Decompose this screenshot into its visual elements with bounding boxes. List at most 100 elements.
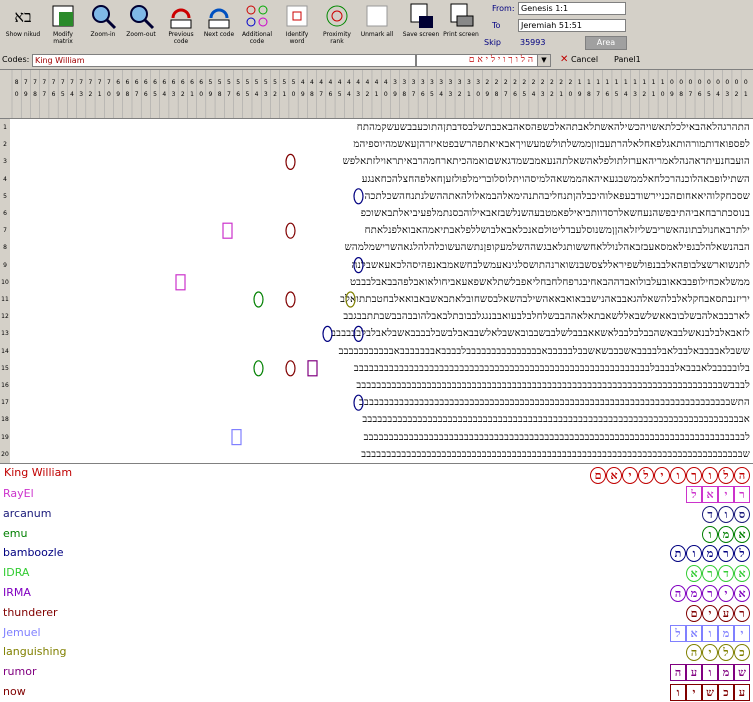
list-item[interactable]: thunderer ר ע י ם xyxy=(0,603,753,623)
list-item[interactable]: Jemuel י מ ו א ל xyxy=(0,623,753,643)
column-number: 1 xyxy=(661,79,665,86)
list-item[interactable]: IRMA א י ר מ ה xyxy=(0,583,753,603)
column-number: 7 xyxy=(70,79,74,86)
list-item-letters: ימואל xyxy=(650,624,750,642)
column-number: 5 xyxy=(522,91,526,98)
column-number: 0 xyxy=(569,91,573,98)
matrix-button[interactable]: Modify matrix xyxy=(44,2,82,50)
column-number: 4 xyxy=(329,79,333,86)
zoom-in-button[interactable]: Zoom-in xyxy=(84,2,122,50)
list-item[interactable]: arcanum ס ו ד xyxy=(0,504,753,524)
identify-button[interactable]: Identify word xyxy=(278,2,316,50)
matrix-mark xyxy=(253,291,264,308)
column-number: 3 xyxy=(541,91,545,98)
column-number: 6 xyxy=(190,79,194,86)
column-number: 4 xyxy=(716,91,720,98)
column-number: 8 xyxy=(15,79,19,86)
column-number: 7 xyxy=(504,91,508,98)
letter-tile: ל xyxy=(718,644,734,662)
print-button[interactable]: Print screen xyxy=(442,2,480,50)
list-item[interactable]: now ע כ ש י ו xyxy=(0,682,753,702)
matrix-mark xyxy=(231,429,242,446)
column-number: 4 xyxy=(338,79,342,86)
area-button[interactable]: Area xyxy=(585,36,627,50)
cancel-button[interactable]: ✕ Cancel xyxy=(560,54,610,66)
save-button[interactable]: Save screen xyxy=(402,2,440,50)
column-number: 3 xyxy=(393,79,397,86)
column-number: 6 xyxy=(513,91,517,98)
letter-tile: ם xyxy=(590,467,606,484)
next-icon xyxy=(208,8,230,29)
column-number: 1 xyxy=(587,79,591,86)
search-term-label: King William xyxy=(4,466,73,479)
toolbar-button-label: Save screen xyxy=(402,31,440,38)
column-number: 4 xyxy=(439,91,443,98)
list-item-letters: אירמה xyxy=(650,584,750,602)
previous-button[interactable]: Previous code xyxy=(162,2,200,50)
letter-matrix[interactable]: 1 התהרגהלאהבאילכלתאשויהכשילהאשתלאבתהאלכשפ… xyxy=(0,119,753,463)
column-number: 2 xyxy=(504,79,508,86)
column-number: 0 xyxy=(698,79,702,86)
list-item-letters: עכשיו xyxy=(650,683,750,701)
column-number: 3 xyxy=(458,79,462,86)
list-item[interactable]: IDRA א ד ר א xyxy=(0,563,753,583)
column-number: 5 xyxy=(264,79,268,86)
column-number: 3 xyxy=(356,91,360,98)
letter-tile: ש xyxy=(702,684,718,701)
zoom-out-button[interactable]: Zoom-out xyxy=(122,2,160,50)
to-field[interactable]: Jeremiah 51:51 xyxy=(518,19,626,32)
column-number: 9 xyxy=(578,91,582,98)
list-item-letters: לרמות xyxy=(650,544,750,563)
next-button[interactable]: Next code xyxy=(200,2,238,50)
column-number: 9 xyxy=(24,91,28,98)
matrix-mark xyxy=(285,360,296,377)
column-number: 9 xyxy=(301,91,305,98)
from-field[interactable]: Genesis 1:1 xyxy=(518,2,626,15)
column-number: 3 xyxy=(449,91,453,98)
from-label: From: xyxy=(492,4,515,13)
list-item[interactable]: languishing כ ל י ה xyxy=(0,642,753,662)
column-number: 9 xyxy=(209,91,213,98)
column-number: 3 xyxy=(467,79,471,86)
list-item-letters: שמועה xyxy=(650,663,750,682)
column-number: 4 xyxy=(70,91,74,98)
list-item-label: RayEl xyxy=(3,487,34,500)
letter-tile: ך xyxy=(686,467,702,484)
list-item-letters: רעים xyxy=(650,604,750,622)
matrix-mark xyxy=(353,325,364,342)
chevron-down-icon[interactable]: ▼ xyxy=(537,54,551,67)
previous-icon xyxy=(170,8,192,29)
column-number: 5 xyxy=(615,91,619,98)
list-item[interactable]: bamboozle ל ר מ ו ת xyxy=(0,543,753,563)
toolbar-button-label: Print screen xyxy=(443,31,479,38)
list-item[interactable]: RayEl ר י א ל xyxy=(0,484,753,504)
codes-input[interactable]: King William xyxy=(32,54,416,67)
list-item-label: rumor xyxy=(3,665,37,679)
letter-tile: ת xyxy=(670,545,686,563)
codes-dropdown[interactable]: ה ל ו ך ו י ל י א ם xyxy=(416,54,538,67)
column-number: 5 xyxy=(153,91,157,98)
toolbar: בא Show nikud Modify matrix Zoom-in Zoom-out… xyxy=(0,0,753,53)
column-number: 2 xyxy=(532,79,536,86)
column-number: 7 xyxy=(33,79,37,86)
hebrew-letters-button[interactable]: בא Show nikud xyxy=(4,2,42,50)
letter-tile: מ xyxy=(718,664,734,682)
letter-tile: כ xyxy=(718,684,734,701)
letter-tile: ל xyxy=(718,467,734,484)
list-item[interactable]: emu א מ ו xyxy=(0,524,753,544)
letter-tile: י xyxy=(718,585,734,602)
cancel-label: Cancel xyxy=(570,55,599,64)
list-item[interactable]: rumor ש מ ו ע ה xyxy=(0,662,753,682)
toolbar-button-label: Show nikud xyxy=(5,31,41,38)
letter-tile: ר xyxy=(734,604,750,622)
column-number: 1 xyxy=(98,91,102,98)
unmark-icon xyxy=(366,5,388,27)
letter-tile: ש xyxy=(734,664,750,682)
column-number: 5 xyxy=(61,91,65,98)
column-number: 8 xyxy=(125,91,129,98)
hebrew-letters-icon: בא xyxy=(14,7,32,26)
additional-button[interactable]: Additional code xyxy=(238,2,276,50)
unmark-button[interactable]: Unmark all xyxy=(358,2,396,50)
column-number: 6 xyxy=(144,91,148,98)
proximity-button[interactable]: Proximity rank xyxy=(318,2,356,50)
